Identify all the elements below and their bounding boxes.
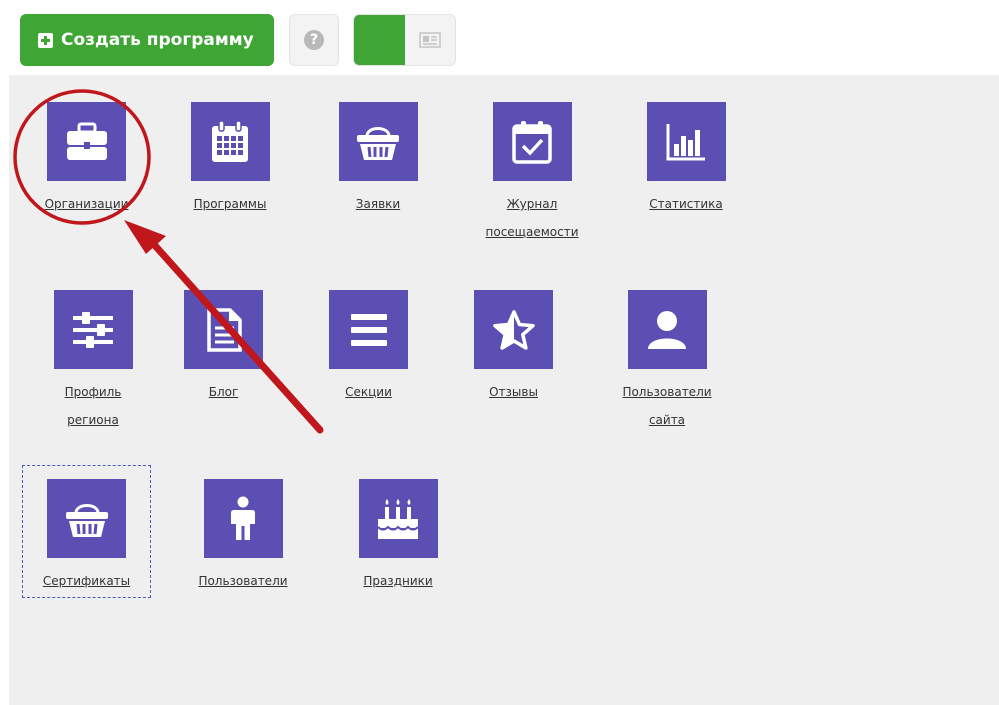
tile-programs[interactable]: Программы [175,102,285,218]
cake-icon [377,498,419,539]
tile-label: Секции [345,385,392,399]
tile-statistics[interactable]: Статистика [635,102,737,218]
tile-label: Пользователи сайта [622,385,712,427]
tile-certificates[interactable]: Сертификаты [22,479,151,595]
sliders-icon [73,311,113,348]
bar-chart-icon [666,123,705,160]
create-program-button[interactable]: Создать программу [20,14,274,66]
calendar-icon [212,119,248,162]
card-view-button[interactable] [405,15,455,65]
newspaper-icon [419,32,441,48]
plus-icon [38,32,53,48]
tile-label: Отзывы [489,385,538,399]
list-icon [350,313,387,346]
person-icon [231,496,255,540]
document-icon [206,307,242,352]
tile-label: Статистика [649,197,723,211]
view-toggle-group [353,14,456,66]
tile-applications[interactable]: Заявки [327,102,429,218]
tile-label: Пользователи [198,574,288,588]
briefcase-icon [66,122,107,160]
tile-label: Праздники [363,574,433,588]
tile-label: Профиль региона [64,385,122,427]
tile-holidays[interactable]: Праздники [347,479,449,595]
tile-label: Организации [44,197,129,211]
add-toggle-button[interactable] [354,15,405,65]
toolbar: Создать программу ? [0,0,999,75]
create-program-label: Создать программу [61,30,254,50]
tile-users[interactable]: Пользователи [185,479,301,595]
basket-icon [65,503,108,537]
tile-site-users[interactable]: Пользователи сайта [609,290,725,434]
basket-icon [357,126,399,160]
question-icon: ? [304,30,324,50]
tile-label: Заявки [355,197,401,211]
plus-icon [372,32,388,48]
tile-sections[interactable]: Секции [329,290,408,406]
tile-attendance-journal[interactable]: Журнал посещаемости [474,102,590,246]
tile-organizations[interactable]: Организации [22,102,151,218]
tile-reviews[interactable]: Отзывы [474,290,553,406]
star-half-icon [492,309,535,350]
modules-panel: Организации Программы Заявки Журнал посе… [9,75,999,705]
tile-label: Сертификаты [42,574,131,588]
user-icon [648,310,686,349]
tile-label: Блог [208,385,239,399]
tile-label: Программы [193,197,267,211]
tile-blog[interactable]: Блог [184,290,263,406]
calendar-check-icon [512,120,552,164]
tile-label: Журнал посещаемости [485,197,579,239]
help-button[interactable]: ? [289,14,339,66]
tile-region-profile[interactable]: Профиль региона [38,290,148,434]
